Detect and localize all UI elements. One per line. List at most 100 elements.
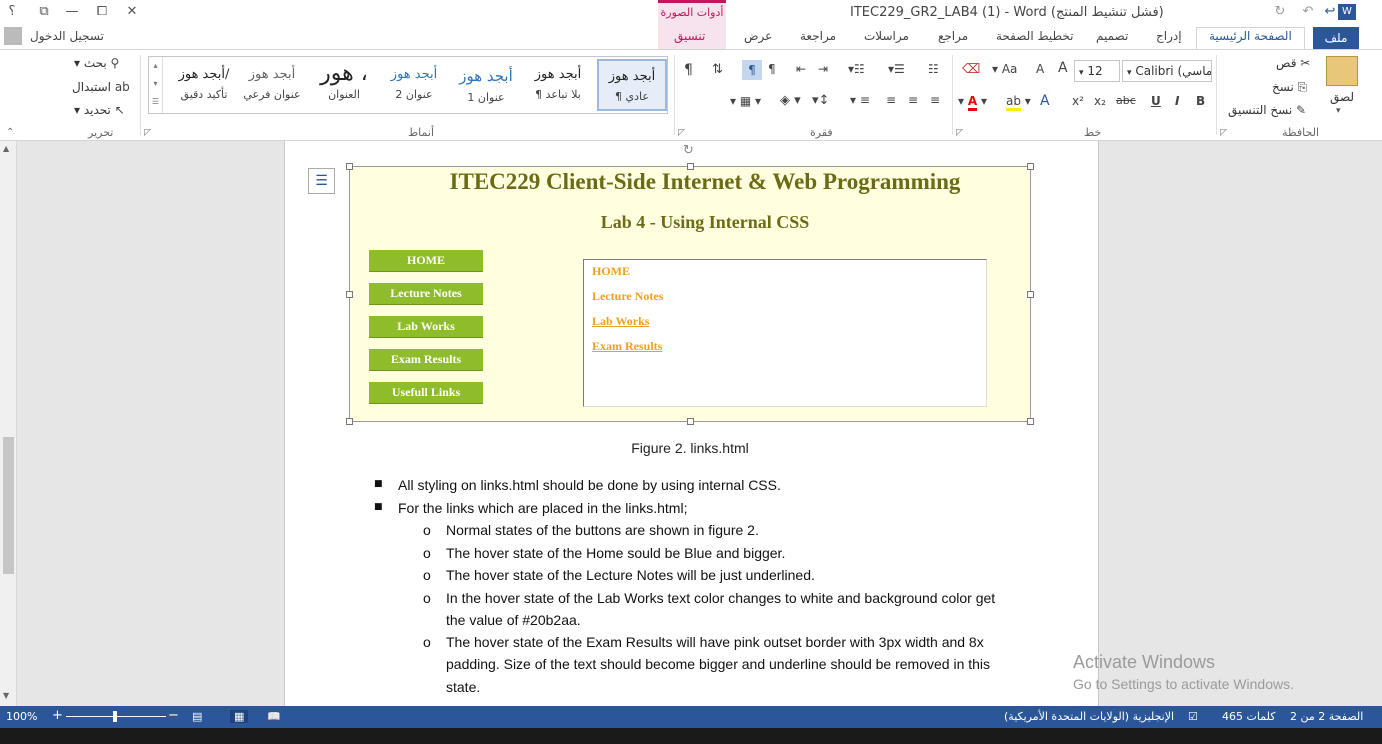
resize-handle[interactable]: [346, 163, 353, 170]
font-color-button[interactable]: ▾ A ▾: [958, 94, 987, 111]
vertical-scrollbar[interactable]: ▲ ▼: [0, 141, 17, 706]
highlight-button[interactable]: ab ▾: [1006, 94, 1031, 111]
styles-launcher-icon[interactable]: ◸: [144, 128, 151, 138]
sign-in-link[interactable]: تسجيل الدخول: [30, 29, 104, 43]
zoom-slider-thumb[interactable]: [113, 711, 117, 722]
nav-button-exam-results: Exam Results: [369, 349, 483, 371]
rotate-handle-icon[interactable]: ↻: [683, 143, 694, 158]
style-normal[interactable]: أبجد هوز ¶ عادي: [597, 59, 667, 111]
tab-references[interactable]: مراجع: [938, 29, 968, 43]
clipboard-launcher-icon[interactable]: ◸: [1220, 128, 1227, 138]
numbering-icon[interactable]: ▾☰: [888, 62, 905, 76]
collapse-ribbon-icon[interactable]: ⌃: [6, 127, 14, 138]
change-case-button[interactable]: ▾ Aa: [992, 62, 1017, 76]
underline-button[interactable]: U: [1151, 94, 1161, 108]
restore-icon[interactable]: ⧉: [32, 2, 56, 22]
undo-arrow-icon[interactable]: ↶: [1296, 2, 1320, 22]
zoom-level[interactable]: 100%: [6, 710, 37, 723]
page-indicator[interactable]: الصفحة 2 من 2: [1290, 710, 1363, 723]
proofing-icon[interactable]: ☑: [1188, 710, 1198, 723]
resize-handle[interactable]: [346, 291, 353, 298]
style-subtitle[interactable]: أبجد هوز عنوان فرعي: [237, 59, 307, 111]
cut-button[interactable]: قص ✂: [1276, 56, 1310, 70]
ribbon: ▾ بحث ⚲ استبدال ab ▾ تحديد ↖ تحرير ⌃ ▴ ▾ ☰…: [0, 49, 1382, 141]
font-launcher-icon[interactable]: ◸: [956, 128, 963, 138]
paste-dropdown-icon[interactable]: ▾: [1336, 106, 1341, 116]
language-indicator[interactable]: الإنجليزية (الولايات المتحدة الأمريكية): [1004, 710, 1174, 723]
print-layout-icon[interactable]: ▦: [230, 710, 249, 723]
tab-mailings[interactable]: مراسلات: [864, 29, 909, 43]
read-mode-icon[interactable]: 📖: [267, 710, 281, 723]
tab-review[interactable]: مراجعة: [800, 29, 836, 43]
show-marks-icon[interactable]: ¶: [684, 62, 693, 78]
align-right-icon[interactable]: ≡: [886, 93, 896, 107]
style-no-spacing[interactable]: أبجد هوز ¶ بلا تباعد: [523, 59, 593, 111]
close-icon[interactable]: ✕: [120, 2, 144, 22]
subscript-button[interactable]: x₂: [1094, 94, 1106, 108]
format-painter-button[interactable]: نسخ التنسيق ✎: [1228, 103, 1306, 117]
increase-indent-icon[interactable]: ⇥: [818, 62, 828, 76]
style-heading-1[interactable]: أبجد هوز عنوان 1: [451, 59, 521, 111]
decrease-indent-icon[interactable]: ⇤: [796, 62, 806, 76]
align-left-icon[interactable]: ≡: [930, 93, 940, 107]
resize-handle[interactable]: [1027, 418, 1034, 425]
bullets-icon[interactable]: ☷: [928, 62, 939, 76]
ltr-icon[interactable]: ¶: [768, 62, 776, 76]
style-title[interactable]: هور ، العنوان: [309, 59, 379, 111]
font-name-input[interactable]: ▾ Calibri (ماسي): [1122, 60, 1212, 82]
select-button[interactable]: ▾ تحديد ↖: [74, 103, 125, 117]
resize-handle[interactable]: [1027, 163, 1034, 170]
replace-button[interactable]: استبدال ab: [72, 80, 130, 94]
tab-view[interactable]: عرض: [744, 29, 772, 43]
borders-icon[interactable]: ▾ ▦ ▾: [730, 94, 761, 108]
tab-design[interactable]: تصميم: [1096, 29, 1128, 43]
clear-formatting-icon[interactable]: ⌫: [962, 62, 980, 77]
ribbon-display-icon[interactable]: ⧠: [90, 2, 114, 22]
align-center-icon[interactable]: ≡: [908, 93, 918, 107]
strikethrough-button[interactable]: abc: [1116, 94, 1136, 107]
text-effects-icon[interactable]: A: [1040, 93, 1050, 109]
superscript-button[interactable]: x²: [1072, 94, 1084, 108]
resize-handle[interactable]: [687, 163, 694, 170]
justify-icon[interactable]: ▾ ≡: [850, 93, 870, 107]
scroll-thumb[interactable]: [3, 437, 14, 574]
tab-home[interactable]: الصفحة الرئيسية: [1196, 27, 1305, 49]
shrink-font-button[interactable]: A: [1036, 62, 1044, 76]
bold-button[interactable]: B: [1196, 94, 1205, 108]
avatar[interactable]: [4, 27, 22, 45]
tab-format[interactable]: تنسيق: [674, 29, 705, 43]
font-size-input[interactable]: ▾ 12: [1074, 60, 1120, 82]
resize-handle[interactable]: [1027, 291, 1034, 298]
tab-page-layout[interactable]: تخطيط الصفحة: [996, 29, 1073, 43]
grow-font-button[interactable]: A: [1058, 60, 1068, 76]
italic-button[interactable]: I: [1175, 94, 1179, 108]
multilevel-list-icon[interactable]: ▾☷: [848, 62, 865, 76]
scroll-down-icon[interactable]: ▼: [3, 691, 9, 700]
web-layout-icon[interactable]: ▤: [192, 710, 202, 723]
zoom-out-icon[interactable]: −: [168, 708, 179, 723]
tab-file[interactable]: ملف: [1313, 27, 1359, 49]
resize-handle[interactable]: [687, 418, 694, 425]
minimize-icon[interactable]: —: [60, 2, 84, 22]
embedded-screenshot-image[interactable]: ITEC229 Client-Side Internet & Web Progr…: [346, 143, 1034, 425]
word-count[interactable]: 465 كلمات: [1222, 710, 1275, 723]
resize-handle[interactable]: [346, 418, 353, 425]
layout-options-icon[interactable]: ☰: [308, 168, 335, 194]
style-subtle-emphasis[interactable]: أبجد هوز/تأكيد دقيق: [169, 59, 239, 111]
paste-icon[interactable]: [1326, 56, 1358, 86]
redo-icon[interactable]: ↻: [1268, 2, 1292, 22]
copy-button[interactable]: نسخ ⎘: [1272, 80, 1307, 95]
line-spacing-icon[interactable]: ▾↕: [812, 93, 829, 108]
gallery-scroll[interactable]: ▴ ▾ ☰: [149, 57, 163, 113]
shading-icon[interactable]: ◈ ▾: [780, 93, 801, 108]
style-heading-2[interactable]: أبجد هوز عنوان 2: [379, 59, 449, 111]
paragraph-launcher-icon[interactable]: ◸: [678, 128, 685, 138]
rtl-icon[interactable]: ¶: [742, 60, 762, 80]
scroll-up-icon[interactable]: ▲: [3, 144, 9, 153]
zoom-in-icon[interactable]: +: [52, 708, 63, 723]
paste-button[interactable]: لصق: [1330, 90, 1354, 104]
help-icon[interactable]: ؟: [0, 2, 24, 22]
sort-icon[interactable]: ⇅: [712, 62, 723, 77]
tab-insert[interactable]: إدراج: [1156, 29, 1182, 43]
find-button[interactable]: ▾ بحث ⚲: [74, 56, 119, 70]
